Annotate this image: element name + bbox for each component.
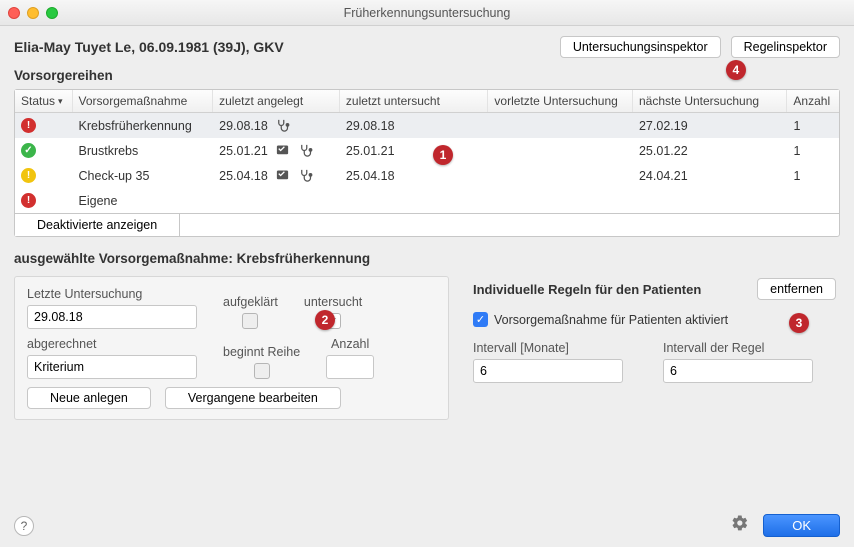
billed-label: abgerechnet	[27, 337, 197, 351]
footer: ? OK	[14, 514, 840, 537]
annotation-badge-1: 1	[433, 145, 453, 165]
fullscreen-icon[interactable]	[46, 7, 58, 19]
selected-measure-title: ausgewählte Vorsorgemaßnahme: Krebsfrühe…	[14, 251, 840, 266]
activate-measure-label: Vorsorgemaßnahme für Patienten aktiviert	[494, 313, 728, 327]
measure-name: Brustkrebs	[73, 140, 214, 162]
begins-series-label: beginnt Reihe	[223, 345, 300, 359]
minimize-icon[interactable]	[27, 7, 39, 19]
count-cell: 1	[787, 165, 839, 187]
created-cell: 25.04.18	[213, 164, 340, 187]
details-panel: Letzte Untersuchung aufgeklärt untersuch…	[14, 276, 449, 420]
next-cell: 25.01.22	[633, 140, 787, 162]
rule-interval-label: Intervall der Regel	[663, 341, 813, 355]
chevron-down-icon: ▾	[58, 96, 63, 107]
window-title: Früherkennungsuntersuchung	[8, 6, 846, 20]
created-cell: 29.08.18	[213, 114, 340, 137]
measure-name: Check-up 35	[73, 165, 214, 187]
last-exam-input[interactable]	[27, 305, 197, 329]
table-row[interactable]: ! Eigene	[15, 188, 839, 213]
table-row[interactable]: ✓Brustkrebs25.01.2125.01.2125.01.221	[15, 138, 839, 163]
col-next[interactable]: nächste Untersuchung	[633, 90, 787, 112]
next-cell: 27.02.19	[633, 115, 787, 137]
rule-inspector-button[interactable]: Regelinspektor	[731, 36, 840, 58]
note-icon	[274, 143, 291, 158]
count-label: Anzahl	[331, 337, 369, 351]
status-icon: !	[21, 118, 36, 133]
rules-panel: Individuelle Regeln für den Patienten en…	[469, 276, 840, 420]
table-row[interactable]: !Krebsfrüherkennung29.08.18 29.08.1827.0…	[15, 113, 839, 138]
informed-label: aufgeklärt	[223, 295, 278, 309]
stethoscope-icon	[274, 118, 291, 133]
created-cell	[213, 197, 340, 205]
col-count[interactable]: Anzahl	[787, 90, 839, 112]
help-button[interactable]: ?	[14, 516, 34, 536]
activate-measure-checkbox[interactable]	[473, 312, 488, 327]
interval-label: Intervall [Monate]	[473, 341, 623, 355]
table-body: !Krebsfrüherkennung29.08.18 29.08.1827.0…	[15, 113, 839, 213]
measure-name: Krebsfrüherkennung	[73, 115, 214, 137]
edit-past-button[interactable]: Vergangene bearbeiten	[165, 387, 341, 409]
prev-cell	[488, 197, 633, 205]
examined-cell	[340, 197, 489, 205]
interval-input[interactable]	[473, 359, 623, 383]
prev-cell	[488, 147, 633, 155]
status-icon: !	[21, 193, 36, 208]
create-new-button[interactable]: Neue anlegen	[27, 387, 151, 409]
table-bottom-bar: Deaktivierte anzeigen	[15, 213, 839, 236]
stethoscope-icon	[297, 143, 314, 158]
prev-cell	[488, 172, 633, 180]
table-header: Status▾ Vorsorgemaßnahme zuletzt angeleg…	[15, 90, 839, 113]
traffic-lights	[8, 7, 58, 19]
billed-input[interactable]	[27, 355, 197, 379]
measure-name: Eigene	[73, 190, 214, 212]
remove-rule-button[interactable]: entfernen	[757, 278, 836, 300]
exam-inspector-button[interactable]: Untersuchungsinspektor	[560, 36, 721, 58]
ok-button[interactable]: OK	[763, 514, 840, 537]
last-exam-label: Letzte Untersuchung	[27, 287, 197, 301]
status-icon: !	[21, 168, 36, 183]
count-input[interactable]	[326, 355, 374, 379]
examined-cell: 29.08.18	[340, 115, 489, 137]
next-cell	[633, 197, 787, 205]
gear-icon[interactable]	[731, 514, 749, 537]
rule-interval-input[interactable]	[663, 359, 813, 383]
informed-checkbox[interactable]	[242, 313, 258, 329]
annotation-badge-3: 3	[789, 313, 809, 333]
examined-cell: 25.01.21	[340, 140, 489, 162]
count-cell: 1	[787, 115, 839, 137]
next-cell: 24.04.21	[633, 165, 787, 187]
screening-table: Status▾ Vorsorgemaßnahme zuletzt angeleg…	[14, 89, 840, 237]
patient-info: Elia-May Tuyet Le, 06.09.1981 (39J), GKV	[14, 39, 284, 55]
annotation-badge-4: 4	[726, 60, 746, 80]
col-created[interactable]: zuletzt angelegt	[213, 90, 340, 112]
annotation-badge-2: 2	[315, 310, 335, 330]
table-row[interactable]: !Check-up 3525.04.1825.04.1824.04.211	[15, 163, 839, 188]
col-name[interactable]: Vorsorgemaßnahme	[73, 90, 214, 112]
close-icon[interactable]	[8, 7, 20, 19]
count-cell: 1	[787, 140, 839, 162]
screening-series-title: Vorsorgereihen	[14, 68, 840, 83]
prev-cell	[488, 122, 633, 130]
status-icon: ✓	[21, 143, 36, 158]
note-icon	[274, 168, 291, 183]
col-status[interactable]: Status▾	[15, 90, 73, 112]
count-cell	[787, 197, 839, 205]
examined-cell: 25.04.18	[340, 165, 489, 187]
examined-label: untersucht	[304, 295, 362, 309]
show-deactivated-button[interactable]: Deaktivierte anzeigen	[15, 214, 180, 236]
stethoscope-icon	[297, 168, 314, 183]
begins-series-checkbox[interactable]	[254, 363, 270, 379]
created-cell: 25.01.21	[213, 139, 340, 162]
rules-title: Individuelle Regeln für den Patienten	[473, 282, 701, 297]
col-prev[interactable]: vorletzte Untersuchung	[488, 90, 633, 112]
col-examined[interactable]: zuletzt untersucht	[340, 90, 489, 112]
titlebar: Früherkennungsuntersuchung	[0, 0, 854, 26]
